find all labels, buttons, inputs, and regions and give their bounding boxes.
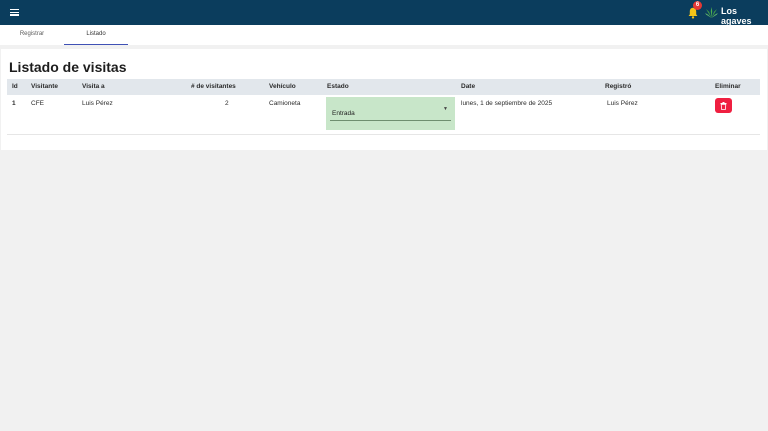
column-header-vehiculo: Vehículo xyxy=(269,83,296,90)
tab-listado[interactable]: Listado xyxy=(64,25,128,45)
column-header-eliminar: Eliminar xyxy=(715,83,741,90)
cell-visitante: CFE xyxy=(31,100,44,107)
tab-registrar[interactable]: Registrar xyxy=(0,25,64,44)
tab-bar: Registrar Listado xyxy=(0,25,768,45)
column-header-visitante: Visitante xyxy=(31,83,58,90)
cell-registro: Luis Pérez xyxy=(607,100,638,107)
estado-select-value: Entrada xyxy=(332,110,355,117)
hamburger-menu-icon[interactable] xyxy=(10,7,19,18)
select-underline xyxy=(330,120,451,121)
chevron-down-icon: ▼ xyxy=(443,106,448,112)
column-header-id: Id xyxy=(12,83,18,90)
column-header-registro: Registró xyxy=(605,83,632,90)
delete-button[interactable] xyxy=(715,98,732,113)
column-header-date: Date xyxy=(461,83,476,90)
notification-count-badge: 6 xyxy=(693,1,702,10)
table-row: 1 CFE Luis Pérez 2 Camioneta Entrada ▼ l… xyxy=(7,95,760,135)
cell-visita-a: Luis Pérez xyxy=(82,100,113,107)
column-header-estado: Estado xyxy=(327,83,349,90)
estado-select[interactable]: Entrada ▼ xyxy=(326,97,455,130)
column-header-visita-a: Visita a xyxy=(82,83,105,90)
agave-leaf-icon xyxy=(705,6,718,19)
organization-name[interactable]: Los agaves xyxy=(721,6,768,26)
page-title: Listado de visitas xyxy=(9,59,127,75)
cell-date: lunes, 1 de septiembre de 2025 xyxy=(461,100,553,107)
cell-vehiculo: Camioneta xyxy=(269,100,301,107)
column-header-num-visitantes: # de visitantes xyxy=(191,83,236,90)
table-header: Id Visitante Visita a # de visitantes Ve… xyxy=(7,79,760,95)
cell-num-visitantes: 2 xyxy=(225,100,229,107)
top-app-bar: 6 Los agaves xyxy=(0,0,768,26)
trash-icon xyxy=(720,101,727,110)
visits-card: Listado de visitas Id Visitante Visita a… xyxy=(1,49,767,150)
cell-id: 1 xyxy=(12,100,16,107)
